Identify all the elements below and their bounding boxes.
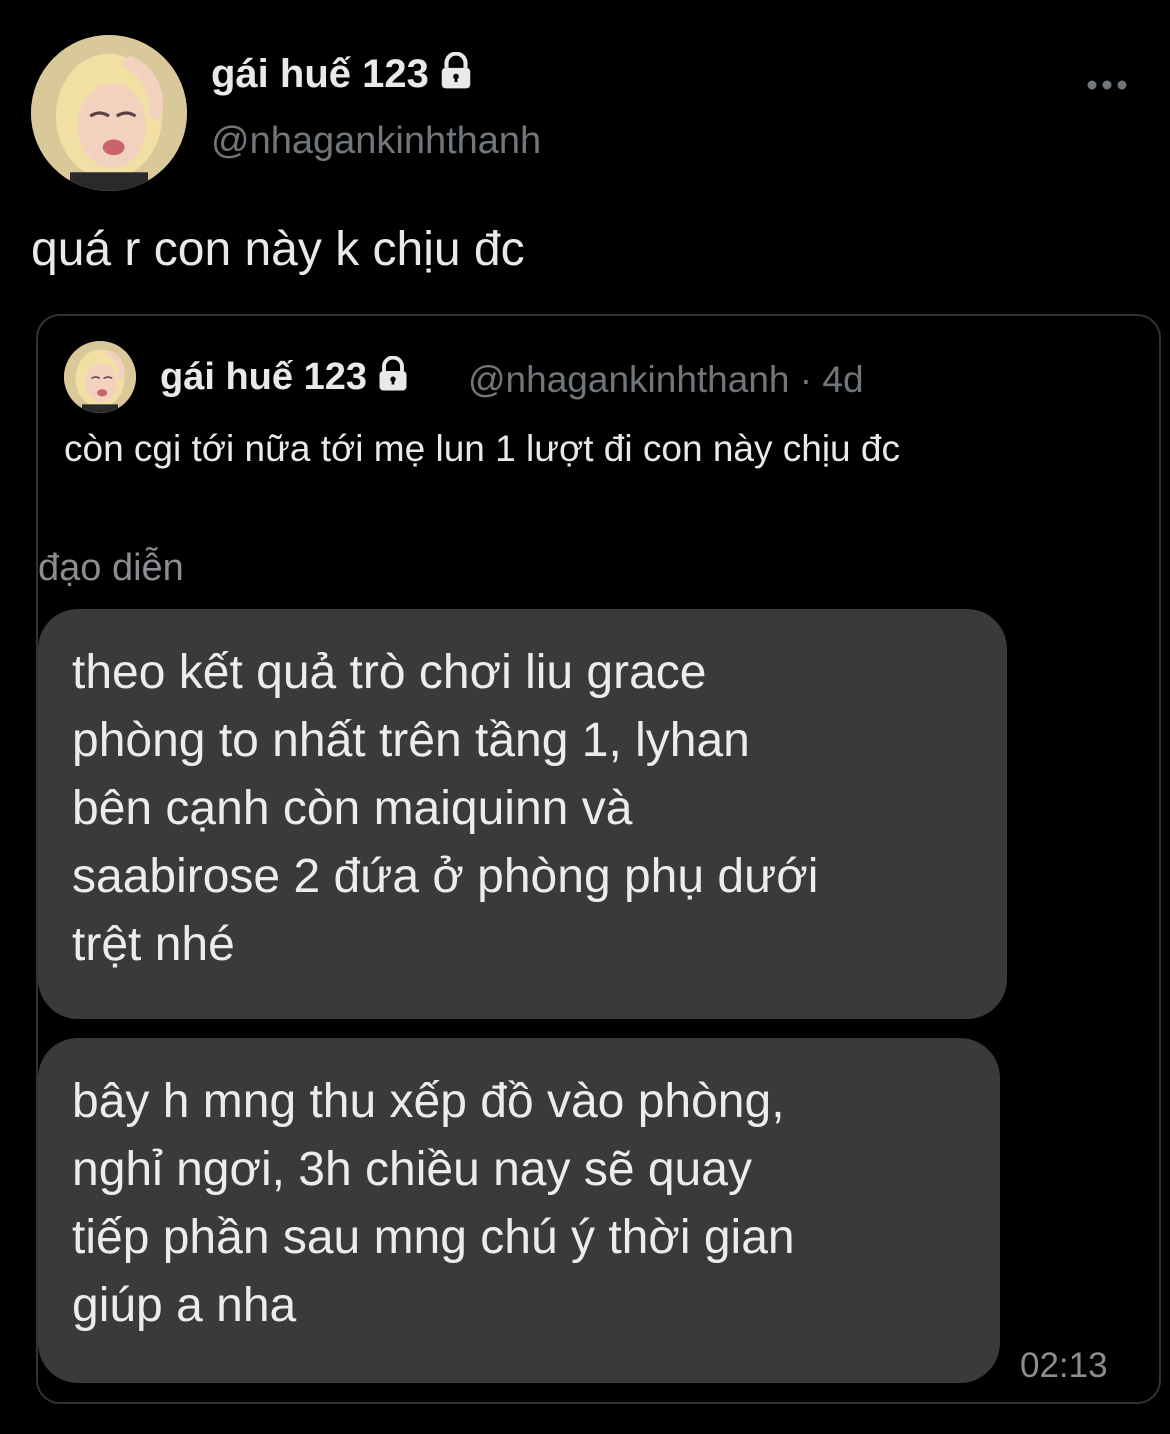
avatar-icon	[31, 35, 187, 191]
lock-icon	[375, 355, 411, 402]
quoted-image[interactable]: đạo diễn theo kết quả trò chơi liu grace…	[38, 531, 1159, 1402]
quoted-author-name[interactable]: gái huế 123	[160, 355, 411, 402]
quoted-tweet-text: còn cgi tới nữa tới mẹ lun 1 lượt đi con…	[64, 428, 900, 469]
chat-timestamp: 02:13	[1020, 1346, 1108, 1385]
author-name-text[interactable]: gái huế 123	[211, 52, 429, 96]
chat-message-bubble: theo kết quả trò chơi liu grace phòng to…	[38, 609, 1007, 1019]
quoted-author-avatar[interactable]	[64, 341, 136, 413]
chat-message-bubble: bây h mng thu xếp đồ vào phòng, nghỉ ngơ…	[38, 1038, 1000, 1383]
quoted-tweet[interactable]: gái huế 123 @nhagankinhthanh · 4d còn cg…	[36, 314, 1161, 1404]
lock-icon	[437, 51, 475, 100]
author-display-name[interactable]: gái huế 123	[211, 51, 475, 100]
author-handle[interactable]: @nhagankinhthanh	[211, 120, 541, 163]
avatar-icon	[64, 341, 136, 413]
quoted-author-name-text[interactable]: gái huế 123	[160, 356, 367, 398]
chat-sender-name: đạo diễn	[38, 547, 184, 589]
author-avatar[interactable]	[31, 35, 187, 191]
tweet-text: quá r con này k chịu đc	[31, 223, 525, 276]
quoted-handle-time[interactable]: @nhagankinhthanh · 4d	[468, 359, 864, 401]
more-icon[interactable]	[1086, 73, 1128, 97]
